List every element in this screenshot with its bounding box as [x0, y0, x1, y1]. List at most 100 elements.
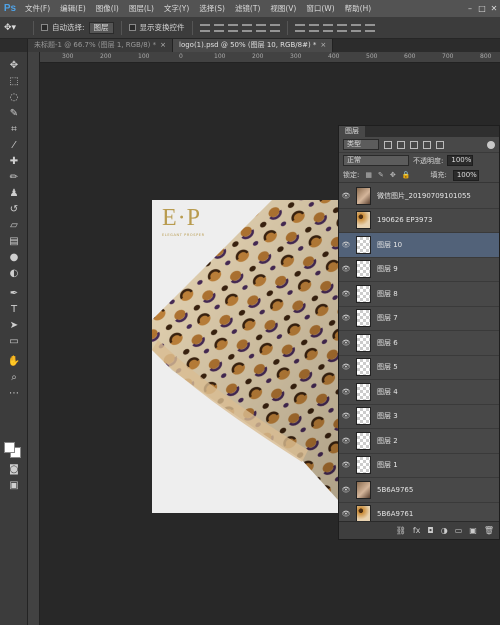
filter-kind-dropdown[interactable]: 类型: [343, 139, 379, 150]
zoom-icon[interactable]: ⌕: [6, 371, 22, 385]
gradient-icon[interactable]: ▤: [6, 235, 22, 249]
distribute-top-icon[interactable]: [294, 23, 305, 32]
dodge-icon[interactable]: ◐: [6, 267, 22, 281]
lasso-icon[interactable]: ◌: [6, 91, 22, 105]
layer-row[interactable]: 190626 EP3973: [339, 209, 499, 233]
align-middle-icon[interactable]: [213, 23, 224, 32]
layer-row[interactable]: 👁 图层 2: [339, 429, 499, 454]
screen-mode-icon[interactable]: ▣: [6, 479, 22, 493]
layer-row[interactable]: 👁 图层 3: [339, 405, 499, 429]
menu-window[interactable]: 窗口(W): [301, 3, 339, 14]
layer-row[interactable]: 👁 图层 6: [339, 331, 499, 356]
visibility-eye-icon[interactable]: 👁: [339, 241, 353, 249]
link-icon[interactable]: ⛓: [396, 526, 406, 535]
healing-brush-icon[interactable]: ✚: [6, 155, 22, 169]
auto-select-checkbox[interactable]: [41, 24, 48, 31]
tab-untitled[interactable]: 未标题-1 @ 66.7% (图层 1, RGB/8) * ×: [28, 39, 173, 52]
brush-icon[interactable]: ✏: [6, 171, 22, 185]
group-icon[interactable]: ▭: [455, 526, 463, 535]
visibility-eye-icon[interactable]: 👁: [339, 388, 353, 396]
layer-row[interactable]: 👁 图层 8: [339, 282, 499, 307]
visibility-eye-icon[interactable]: 👁: [339, 265, 353, 273]
layer-row[interactable]: 👁 图层 1: [339, 454, 499, 478]
visibility-eye-icon[interactable]: 👁: [339, 510, 353, 518]
close-icon[interactable]: ✕: [488, 4, 500, 13]
menu-layer[interactable]: 图层(L): [124, 3, 159, 14]
close-icon[interactable]: ×: [160, 41, 166, 49]
document-canvas[interactable]: E·P ELEGANT PROSPER: [152, 200, 338, 513]
distribute-left-icon[interactable]: [336, 23, 347, 32]
align-center-icon[interactable]: [255, 23, 266, 32]
distribute-middle-icon[interactable]: [308, 23, 319, 32]
tab-logo[interactable]: logo(1).psd @ 50% (图层 10, RGB/8#) * ×: [173, 39, 334, 52]
show-transform-checkbox[interactable]: [128, 24, 136, 31]
filter-smart-object-icon[interactable]: [436, 140, 444, 149]
opacity-input[interactable]: 100%: [447, 155, 474, 166]
auto-select-dropdown[interactable]: 图层: [88, 21, 114, 34]
blend-mode-dropdown[interactable]: 正常: [343, 155, 409, 166]
menu-edit[interactable]: 编辑(E): [55, 3, 91, 14]
visibility-eye-icon[interactable]: 👁: [339, 461, 353, 469]
visibility-eye-icon[interactable]: 👁: [339, 412, 353, 420]
filter-toggle-icon[interactable]: [487, 140, 495, 149]
menu-file[interactable]: 文件(F): [20, 3, 55, 14]
layer-row[interactable]: 👁 图层 10: [339, 233, 499, 258]
layers-tab[interactable]: 图层: [339, 126, 365, 137]
layer-row[interactable]: 👁 5B6A9765: [339, 478, 499, 503]
lock-image-icon[interactable]: ✎: [378, 171, 384, 179]
path-select-icon[interactable]: ➤: [6, 319, 22, 333]
visibility-eye-icon[interactable]: 👁: [339, 437, 353, 445]
visibility-eye-icon[interactable]: 👁: [339, 363, 353, 371]
clone-stamp-icon[interactable]: ♟: [6, 187, 22, 201]
eyedropper-icon[interactable]: ⁄: [6, 139, 22, 153]
fill-input[interactable]: 100%: [452, 169, 479, 181]
align-right-icon[interactable]: [269, 23, 280, 32]
align-left-icon[interactable]: [241, 23, 252, 32]
filter-pixel-icon[interactable]: [384, 140, 392, 149]
mask-icon[interactable]: ◘: [427, 526, 433, 535]
maximize-icon[interactable]: □: [476, 4, 488, 13]
layer-row[interactable]: 👁 图层 9: [339, 258, 499, 282]
menu-type[interactable]: 文字(Y): [159, 3, 194, 14]
marquee-icon[interactable]: ⬚: [6, 75, 22, 89]
layer-row[interactable]: 👁 微信图片_20190709101055: [339, 184, 499, 209]
align-bottom-icon[interactable]: [227, 23, 238, 32]
menu-image[interactable]: 图像(I): [91, 3, 124, 14]
more-tools-icon[interactable]: ⋯: [6, 387, 22, 401]
rectangle-icon[interactable]: ▭: [6, 335, 22, 349]
visibility-eye-icon[interactable]: 👁: [339, 339, 353, 347]
blur-icon[interactable]: ●: [6, 251, 22, 265]
lock-all-icon[interactable]: 🔒: [402, 171, 411, 179]
visibility-eye-icon[interactable]: 👁: [339, 314, 353, 322]
menu-filter[interactable]: 滤镜(T): [230, 3, 265, 14]
quick-mask-icon[interactable]: ◙: [6, 463, 22, 477]
lock-position-icon[interactable]: ✥: [390, 171, 396, 179]
type-icon[interactable]: T: [6, 303, 22, 317]
visibility-eye-icon[interactable]: 👁: [339, 192, 353, 200]
history-brush-icon[interactable]: ↺: [6, 203, 22, 217]
distribute-bottom-icon[interactable]: [322, 23, 333, 32]
align-top-icon[interactable]: [199, 23, 210, 32]
lock-transparent-icon[interactable]: ▦: [365, 171, 372, 179]
eraser-icon[interactable]: ▱: [6, 219, 22, 233]
minimize-icon[interactable]: –: [464, 4, 476, 13]
distribute-center-icon[interactable]: [350, 23, 361, 32]
filter-adjustment-icon[interactable]: [397, 140, 405, 149]
menu-select[interactable]: 选择(S): [194, 3, 230, 14]
close-icon[interactable]: ×: [320, 41, 326, 49]
layer-row[interactable]: 👁 5B6A9761: [339, 503, 499, 523]
foreground-color-swatch[interactable]: [4, 442, 15, 453]
visibility-eye-icon[interactable]: 👁: [339, 486, 353, 494]
fx-icon[interactable]: fx: [413, 526, 421, 535]
filter-type-icon[interactable]: [410, 140, 418, 149]
layer-row[interactable]: 👁 图层 4: [339, 380, 499, 405]
new-layer-icon[interactable]: ▣: [469, 526, 477, 535]
distribute-right-icon[interactable]: [364, 23, 375, 32]
delete-icon[interactable]: 🗑: [484, 526, 494, 535]
move-tool-icon[interactable]: ✥▾: [4, 23, 26, 33]
adjustment-icon[interactable]: ◑: [441, 526, 448, 535]
quick-select-icon[interactable]: ✎: [6, 107, 22, 121]
menu-help[interactable]: 帮助(H): [340, 3, 377, 14]
filter-shape-icon[interactable]: [423, 140, 431, 149]
pen-icon[interactable]: ✒: [6, 287, 22, 301]
